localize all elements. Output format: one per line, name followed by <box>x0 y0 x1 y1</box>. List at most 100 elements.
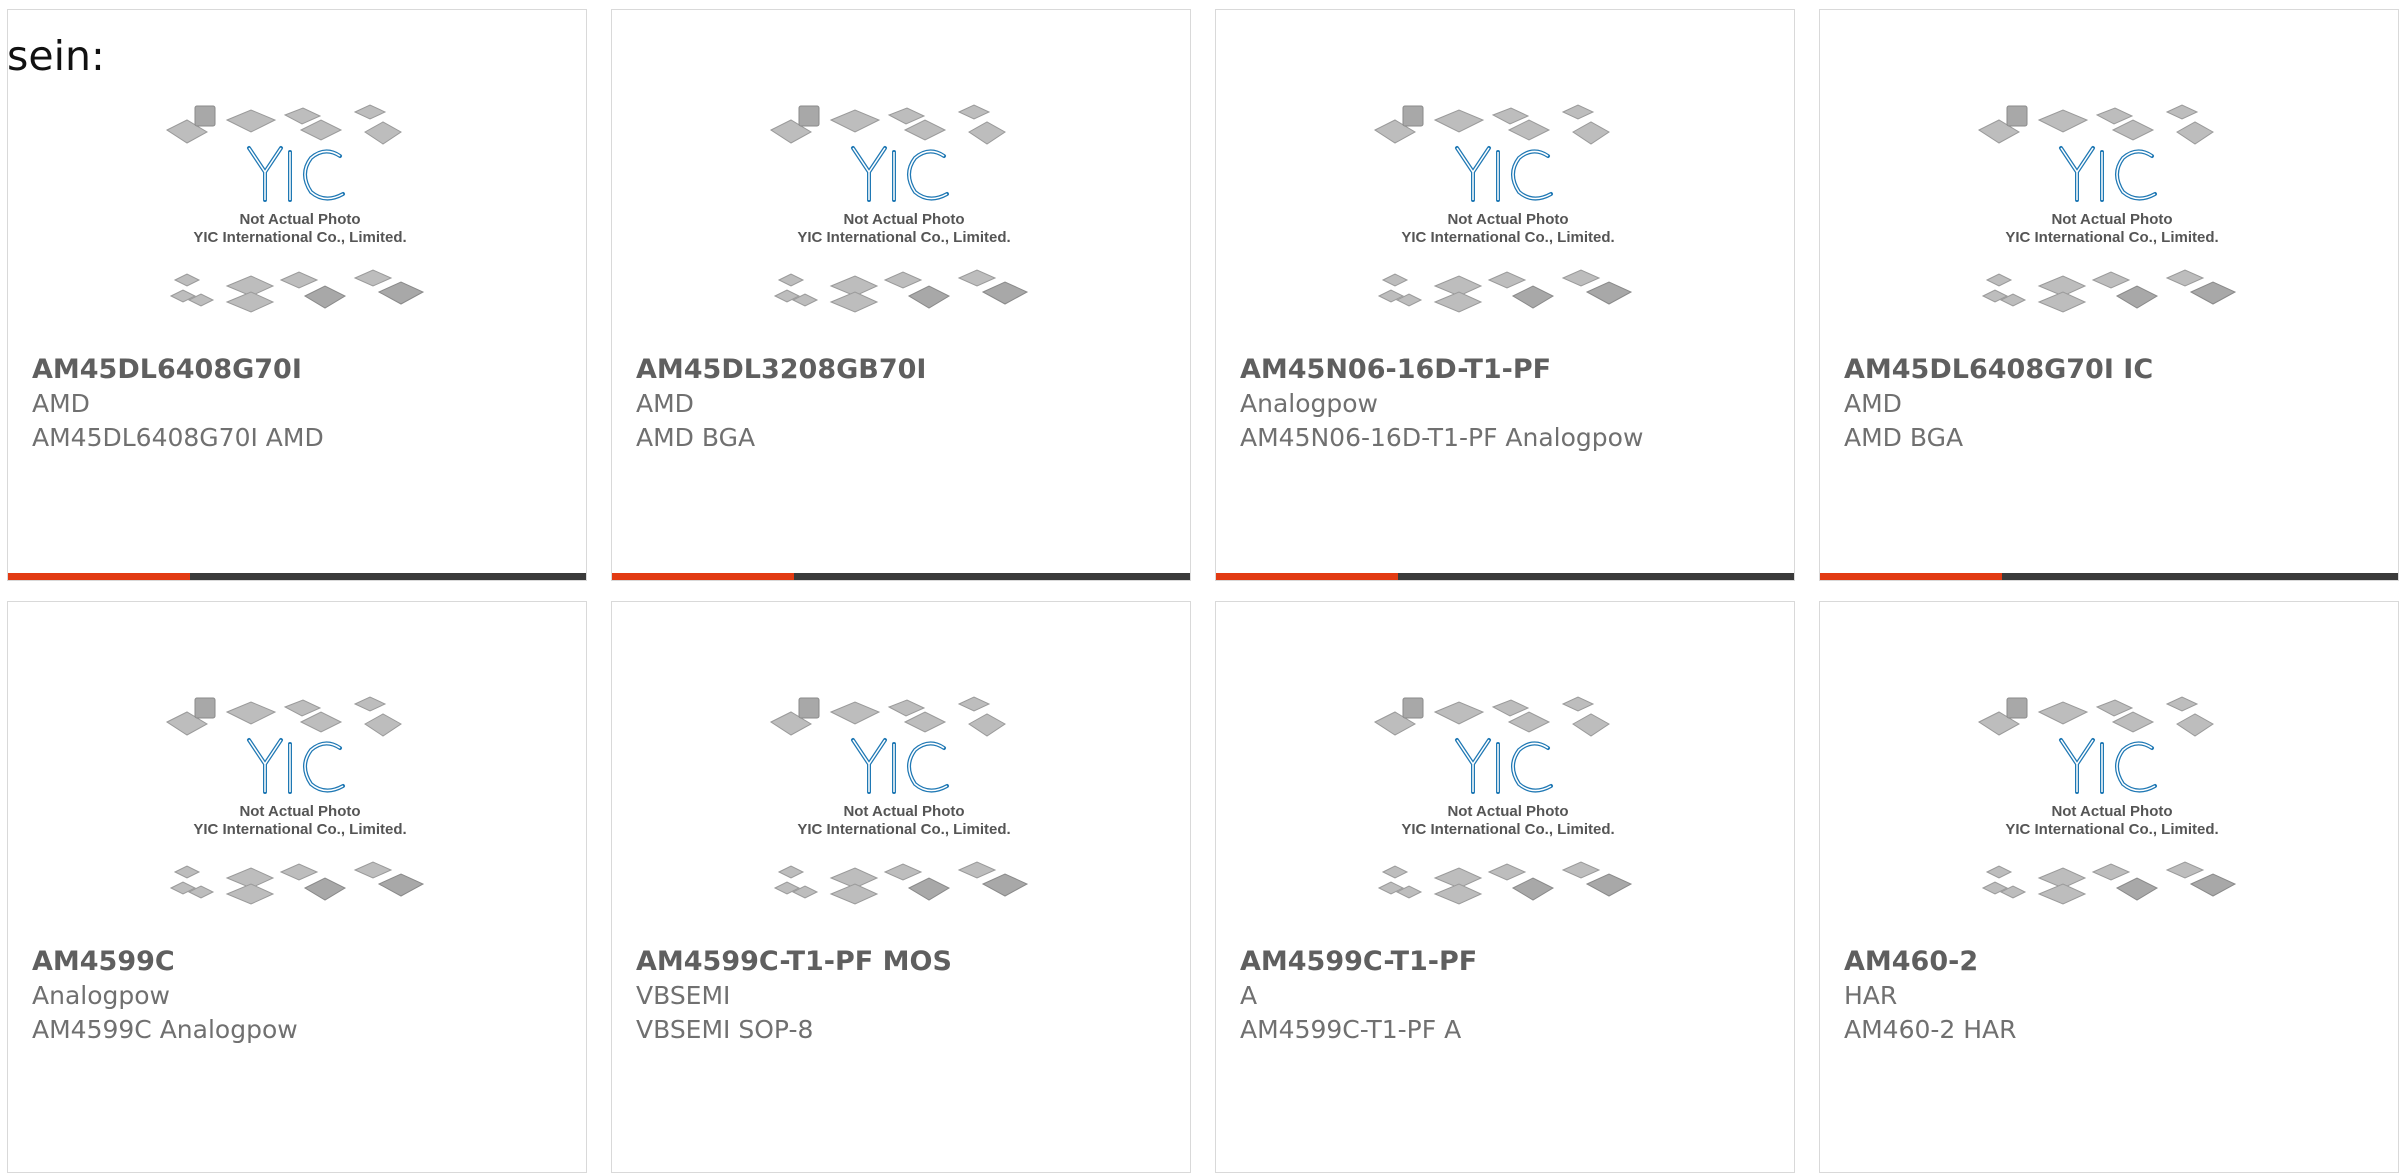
product-card[interactable]: Not Actual Photo YIC International Co., … <box>1215 601 1795 1173</box>
card-bar-accent <box>8 573 190 580</box>
description: AM4599C Analogpow <box>32 1015 298 1044</box>
card-bottom-bar <box>8 573 586 580</box>
brand: HAR <box>1844 981 1898 1010</box>
yic-logo-icon <box>851 146 949 202</box>
part-number[interactable]: AM45DL6408G70I <box>32 353 566 387</box>
brand: AMD <box>636 389 694 418</box>
card-bottom-bar <box>1216 573 1794 580</box>
caption-line1: Not Actual Photo <box>239 211 360 228</box>
chip-icons-bottom <box>773 861 1029 905</box>
description: VBSEMI SOP-8 <box>636 1015 814 1044</box>
description: AMD BGA <box>1844 423 1964 452</box>
card-bottom-bar <box>612 573 1190 580</box>
caption-line2: YIC International Co., Limited. <box>1401 821 1614 838</box>
card-bar-accent <box>1820 573 2002 580</box>
product-image[interactable]: Not Actual Photo YIC International Co., … <box>1373 100 1643 350</box>
chip-icons-bottom <box>169 861 425 905</box>
brand: AMD <box>32 389 90 418</box>
chip-icons-bottom <box>1377 269 1633 313</box>
chip-icons-top <box>769 104 1006 145</box>
brand: Analogpow <box>32 981 170 1010</box>
product-image[interactable]: Not Actual Photo YIC International Co., … <box>1977 692 2247 942</box>
placeholder-photo-icon: Not Actual Photo YIC International Co., … <box>165 104 425 313</box>
chip-icons-top <box>1977 696 2214 737</box>
yic-logo-icon <box>2059 738 2157 794</box>
card-bottom-bar <box>1820 573 2398 580</box>
product-image[interactable]: Not Actual Photo YIC International Co., … <box>165 692 435 942</box>
product-info: AM45DL3208GB70I AMD AMD BGA <box>636 353 1170 455</box>
product-card[interactable]: Not Actual Photo YIC International Co., … <box>611 601 1191 1173</box>
lead-text: sein: <box>7 32 105 80</box>
placeholder-photo-icon: Not Actual Photo YIC International Co., … <box>165 696 425 905</box>
chip-icons-bottom <box>1981 269 2237 313</box>
caption-line2: YIC International Co., Limited. <box>797 229 1010 246</box>
caption-line1: Not Actual Photo <box>843 211 964 228</box>
product-image[interactable]: Not Actual Photo YIC International Co., … <box>1977 100 2247 350</box>
part-number[interactable]: AM4599C-T1-PF MOS <box>636 945 1170 979</box>
product-image[interactable]: Not Actual Photo YIC International Co., … <box>769 692 1039 942</box>
chip-icons-top <box>1373 696 1610 737</box>
placeholder-photo-icon: Not Actual Photo YIC International Co., … <box>1977 104 2237 313</box>
product-info: AM4599C Analogpow AM4599C Analogpow <box>32 945 566 1047</box>
brand: Analogpow <box>1240 389 1378 418</box>
yic-logo-icon <box>851 738 949 794</box>
card-bar-accent <box>1216 573 1398 580</box>
caption-line1: Not Actual Photo <box>1447 211 1568 228</box>
placeholder-photo-icon: Not Actual Photo YIC International Co., … <box>1977 696 2237 905</box>
yic-logo-icon <box>2059 146 2157 202</box>
product-grid: Not Actual Photo YIC International Co., … <box>7 9 2399 1173</box>
product-info: AM45DL6408G70I IC AMD AMD BGA <box>1844 353 2378 455</box>
chip-icons-top <box>165 696 402 737</box>
caption-line1: Not Actual Photo <box>1447 803 1568 820</box>
product-info: AM45N06-16D-T1-PF Analogpow AM45N06-16D-… <box>1240 353 1774 455</box>
brand: AMD <box>1844 389 1902 418</box>
placeholder-photo-icon: Not Actual Photo YIC International Co., … <box>1373 104 1633 313</box>
product-card[interactable]: Not Actual Photo YIC International Co., … <box>1819 9 2399 581</box>
yic-logo-icon <box>1455 738 1553 794</box>
part-number[interactable]: AM45DL6408G70I IC <box>1844 353 2378 387</box>
caption-line2: YIC International Co., Limited. <box>1401 229 1614 246</box>
caption-line1: Not Actual Photo <box>2051 211 2172 228</box>
chip-icons-bottom <box>169 269 425 313</box>
description: AMD BGA <box>636 423 756 452</box>
part-number[interactable]: AM460-2 <box>1844 945 2378 979</box>
part-number[interactable]: AM45DL3208GB70I <box>636 353 1170 387</box>
chip-icons-top <box>165 104 402 145</box>
description: AM460-2 HAR <box>1844 1015 2017 1044</box>
product-card[interactable]: Not Actual Photo YIC International Co., … <box>7 9 587 581</box>
yic-logo-icon <box>247 738 345 794</box>
caption-line2: YIC International Co., Limited. <box>2005 229 2218 246</box>
product-card[interactable]: Not Actual Photo YIC International Co., … <box>1819 601 2399 1173</box>
placeholder-photo-icon: Not Actual Photo YIC International Co., … <box>1373 696 1633 905</box>
description: AM45N06-16D-T1-PF Analogpow <box>1240 423 1644 452</box>
product-info: AM4599C-T1-PF MOS VBSEMI VBSEMI SOP-8 <box>636 945 1170 1047</box>
chip-icons-top <box>1373 104 1610 145</box>
product-image[interactable]: Not Actual Photo YIC International Co., … <box>1373 692 1643 942</box>
product-card[interactable]: Not Actual Photo YIC International Co., … <box>7 601 587 1173</box>
caption-line2: YIC International Co., Limited. <box>2005 821 2218 838</box>
part-number[interactable]: AM4599C-T1-PF <box>1240 945 1774 979</box>
caption-line2: YIC International Co., Limited. <box>797 821 1010 838</box>
product-image[interactable]: Not Actual Photo YIC International Co., … <box>769 100 1039 350</box>
chip-icons-bottom <box>1377 861 1633 905</box>
chip-icons-bottom <box>773 269 1029 313</box>
placeholder-photo-icon: Not Actual Photo YIC International Co., … <box>769 696 1029 905</box>
caption-line1: Not Actual Photo <box>239 803 360 820</box>
product-card[interactable]: Not Actual Photo YIC International Co., … <box>1215 9 1795 581</box>
product-info: AM45DL6408G70I AMD AM45DL6408G70I AMD <box>32 353 566 455</box>
description: AM4599C-T1-PF A <box>1240 1015 1462 1044</box>
chip-icons-top <box>769 696 1006 737</box>
caption-line2: YIC International Co., Limited. <box>193 821 406 838</box>
part-number[interactable]: AM4599C <box>32 945 566 979</box>
chip-icons-top <box>1977 104 2214 145</box>
product-image[interactable]: Not Actual Photo YIC International Co., … <box>165 100 435 350</box>
caption-line1: Not Actual Photo <box>843 803 964 820</box>
product-card[interactable]: Not Actual Photo YIC International Co., … <box>611 9 1191 581</box>
brand: VBSEMI <box>636 981 731 1010</box>
part-number[interactable]: AM45N06-16D-T1-PF <box>1240 353 1774 387</box>
card-bar-accent <box>612 573 794 580</box>
brand: A <box>1240 981 1258 1010</box>
product-info: AM4599C-T1-PF A AM4599C-T1-PF A <box>1240 945 1774 1047</box>
yic-logo-icon <box>1455 146 1553 202</box>
yic-logo-icon <box>247 146 345 202</box>
